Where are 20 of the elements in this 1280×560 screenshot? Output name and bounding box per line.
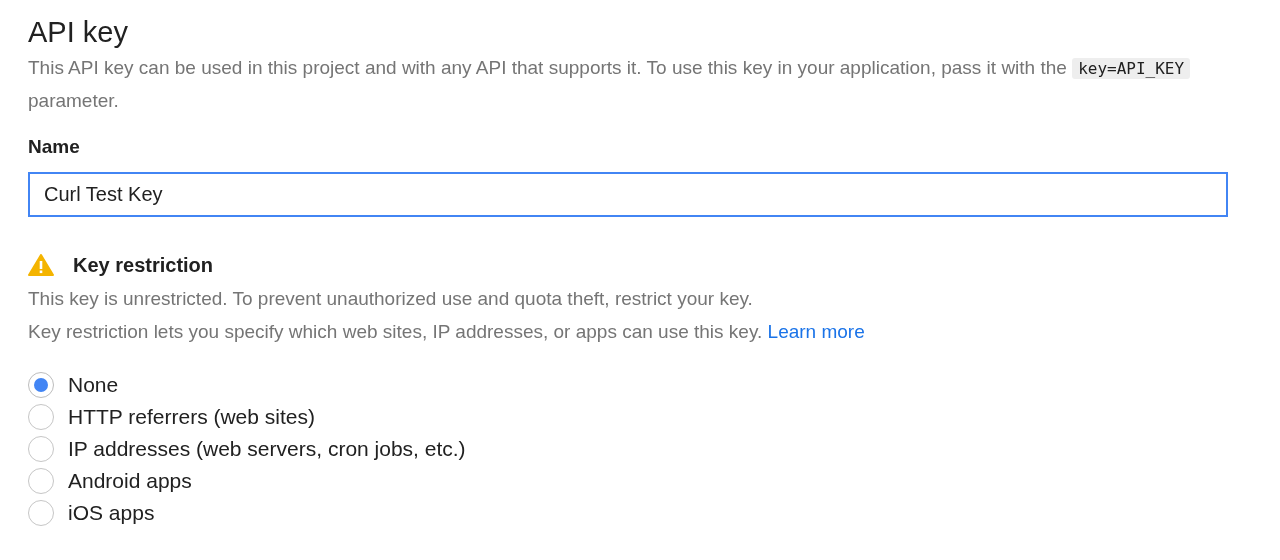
- radio-button[interactable]: [28, 372, 54, 398]
- learn-more-link[interactable]: Learn more: [767, 321, 865, 342]
- radio-button[interactable]: [28, 468, 54, 494]
- code-snippet: key=API_KEY: [1072, 58, 1191, 79]
- page-title: API key: [28, 15, 129, 50]
- option-label: HTTP referrers (web sites): [68, 405, 315, 429]
- option-label: Android apps: [68, 469, 192, 493]
- info-text: Key restriction lets you specify which web sites, IP addresses, or apps can use this key.: [28, 321, 763, 342]
- section-heading: Key restriction: [73, 253, 214, 277]
- radio-button[interactable]: [28, 436, 54, 462]
- option-label: iOS apps: [68, 501, 155, 525]
- name-field[interactable]: Curl Test Key: [28, 172, 1228, 217]
- radio-button[interactable]: [28, 404, 54, 430]
- field-label: Name: [28, 135, 81, 159]
- info-text: This key is unrestricted. To prevent unauthorized use and quota theft, restrict your key.: [28, 288, 753, 309]
- option-label: None: [68, 373, 119, 397]
- description-text: parameter.: [28, 90, 119, 111]
- description-text: This API key can be used in this project and with any API that supports it. To use this key in your application, pass it with the: [28, 57, 1067, 78]
- radio-button[interactable]: [28, 500, 54, 526]
- option-label: IP addresses (web servers, cron jobs, etc.): [68, 437, 466, 461]
